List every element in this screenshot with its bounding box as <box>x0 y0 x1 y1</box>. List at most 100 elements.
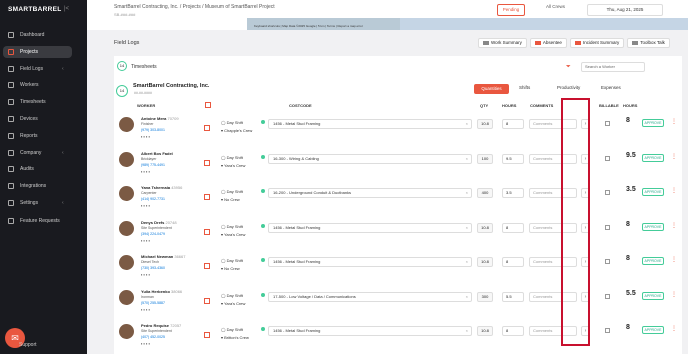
more-icon[interactable]: ⋮ <box>671 118 677 125</box>
row-checkbox[interactable] <box>204 228 210 235</box>
shift-select[interactable]: ◯ Day Shift <box>221 224 243 229</box>
worker-name[interactable]: Antoine Mera 70709 <box>141 116 179 121</box>
sidebar-item-reports[interactable]: Reports <box>0 130 87 142</box>
more-icon[interactable]: ⋮ <box>671 187 677 194</box>
worker-name[interactable]: Denys Drefs 20748 <box>141 220 177 225</box>
qty-input[interactable]: 400 <box>477 188 493 198</box>
row-checkbox[interactable] <box>204 159 210 166</box>
tab-work-summary[interactable]: Work Summary <box>478 38 527 48</box>
qty-input[interactable]: 10.8 <box>477 119 493 129</box>
qty-input[interactable]: 10.8 <box>477 222 493 233</box>
select-all-checkbox[interactable] <box>205 102 211 108</box>
hours-input[interactable]: 8 <box>502 119 524 129</box>
worker-phone[interactable]: (570) 255-5887 <box>141 301 165 305</box>
approve-button[interactable]: APPROVE <box>642 188 664 196</box>
worker-action-icons[interactable]: ▪ ▪ ▪ ▪ <box>141 272 150 277</box>
row-checkbox[interactable] <box>204 194 210 200</box>
row-checkbox[interactable] <box>204 125 210 131</box>
sidebar-item-integrations[interactable]: Integrations <box>0 180 87 192</box>
approve-button[interactable]: APPROVE <box>642 119 664 127</box>
shift-select[interactable]: ◯ Day Shift <box>221 189 243 194</box>
costcode-select[interactable]: 1456 - Metal Stud Framing × <box>268 257 472 267</box>
worker-phone[interactable]: (414) 902-7731 <box>141 197 165 201</box>
worker-action-icons[interactable]: ▪ ▪ ▪ ▪ <box>141 169 150 174</box>
more-icon[interactable]: ⋮ <box>671 256 677 263</box>
hours-input[interactable]: 8 <box>502 222 524 233</box>
sidebar-item-company[interactable]: Company ‹ <box>0 147 87 159</box>
costcode-select[interactable]: 16-200 - Underground Conduit & Ductbanks… <box>268 188 472 198</box>
shifts-button[interactable]: Shifts <box>519 85 530 90</box>
sidebar-item-feature-requests[interactable]: Feature Requests <box>0 215 87 227</box>
support-link[interactable]: Support <box>19 342 37 348</box>
row-checkbox[interactable] <box>204 263 210 269</box>
row-checkbox[interactable] <box>204 297 210 304</box>
worker-action-icons[interactable]: ▪ ▪ ▪ ▪ <box>141 341 150 346</box>
worker-phone[interactable]: (730) 393-4360 <box>141 266 165 270</box>
qty-input[interactable]: 10.8 <box>477 257 493 267</box>
sidebar-item-audits[interactable]: Audits <box>0 163 87 175</box>
more-icon[interactable]: ⋮ <box>671 291 677 298</box>
worker-search-input[interactable]: Search a Worker <box>581 62 645 72</box>
crew-select[interactable]: ▾ No Crew <box>221 266 240 271</box>
clear-icon[interactable]: × <box>466 120 468 128</box>
collapse-sidebar-icon[interactable]: |< <box>64 6 69 12</box>
sidebar-item-field-logs[interactable]: Field Logs ‹ <box>0 63 87 75</box>
clear-icon[interactable]: × <box>466 293 468 301</box>
more-icon[interactable]: ⋮ <box>671 222 677 229</box>
sidebar-item-timesheets[interactable]: Timesheets <box>0 96 87 108</box>
worker-name[interactable]: Pedro Requise 72057 <box>141 323 181 328</box>
expenses-button[interactable]: Expenses <box>601 85 621 90</box>
crew-select[interactable]: ▾ Yara's Crew <box>221 301 245 306</box>
worker-phone[interactable]: (407) 452-0025 <box>141 335 165 339</box>
sidebar-item-projects[interactable]: Projects <box>3 45 72 58</box>
hours-input[interactable]: 3.5 <box>502 188 524 198</box>
worker-name[interactable]: Albert Bos Fadel <box>141 151 173 156</box>
worker-action-icons[interactable]: ▪ ▪ ▪ ▪ <box>141 134 150 139</box>
hours-input[interactable]: 5.5 <box>502 291 524 302</box>
worker-action-icons[interactable]: ▪ ▪ ▪ ▪ <box>141 307 150 312</box>
tab-absentee[interactable]: Absentee <box>529 38 567 48</box>
qty-input[interactable]: 300 <box>477 291 493 302</box>
clear-icon[interactable]: × <box>466 224 468 232</box>
billable-checkbox[interactable] <box>605 328 610 333</box>
shift-select[interactable]: ◯ Day Shift <box>221 293 243 298</box>
date-picker[interactable]: Thu, Aug 21, 2025 <box>587 4 663 16</box>
sidebar-item-workers[interactable]: Workers <box>0 79 87 91</box>
costcode-select[interactable]: 1456 - Metal Stud Framing × <box>268 119 472 129</box>
more-icon[interactable]: ⋮ <box>671 153 677 160</box>
filter-icon[interactable]: ⏷ <box>566 64 571 71</box>
worker-name[interactable]: Yana Tshernaia 43956 <box>141 185 182 190</box>
crew-select[interactable]: ▾ Chapple's Crew <box>221 128 252 133</box>
costcode-select[interactable]: 1456 - Metal Stud Framing × <box>268 222 472 233</box>
tab-toolbox-talk[interactable]: Toolbox Talk <box>627 38 670 48</box>
crew-select[interactable]: All Crews <box>546 4 565 9</box>
approve-button[interactable]: APPROVE <box>642 222 664 231</box>
costcode-select[interactable]: 17-500 - Low Voltage / Data / Communicat… <box>268 291 472 302</box>
clear-icon[interactable]: × <box>466 258 468 266</box>
breadcrumb[interactable]: SmartBarrel Contracting, Inc. / Projects… <box>114 4 275 10</box>
approve-button[interactable]: APPROVE <box>642 291 664 300</box>
hours-input[interactable]: 8 <box>502 257 524 267</box>
timeline-strip[interactable] <box>400 18 688 30</box>
billable-checkbox[interactable] <box>605 121 610 126</box>
costcode-select[interactable]: 16-300 - Wiring & Cabling × <box>268 153 472 164</box>
clear-icon[interactable]: × <box>466 155 468 163</box>
hours-input[interactable]: 9.5 <box>502 153 524 164</box>
worker-phone[interactable]: (989) 775-4491 <box>141 163 165 167</box>
billable-checkbox[interactable] <box>605 190 610 195</box>
quantities-button[interactable]: Quantities <box>474 84 509 94</box>
tab-incident-summary[interactable]: Incident Summary <box>569 38 625 48</box>
crew-select[interactable]: ▾ Yara's Crew <box>221 163 245 168</box>
qty-input[interactable]: 100 <box>477 153 493 164</box>
worker-phone[interactable]: (394) 224-0479 <box>141 232 165 236</box>
qty-input[interactable]: 10.8 <box>477 326 493 336</box>
shift-select[interactable]: ◯ Day Shift <box>221 327 243 332</box>
row-checkbox[interactable] <box>204 332 210 338</box>
billable-checkbox[interactable] <box>605 224 610 230</box>
clear-icon[interactable]: × <box>466 189 468 197</box>
approve-button[interactable]: APPROVE <box>642 326 664 334</box>
more-icon[interactable]: ⋮ <box>671 325 677 332</box>
crew-select[interactable]: ▾ Yara's Crew <box>221 232 245 237</box>
productivity-button[interactable]: Productivity <box>557 85 580 90</box>
costcode-select[interactable]: 1456 - Metal Stud Framing × <box>268 326 472 336</box>
